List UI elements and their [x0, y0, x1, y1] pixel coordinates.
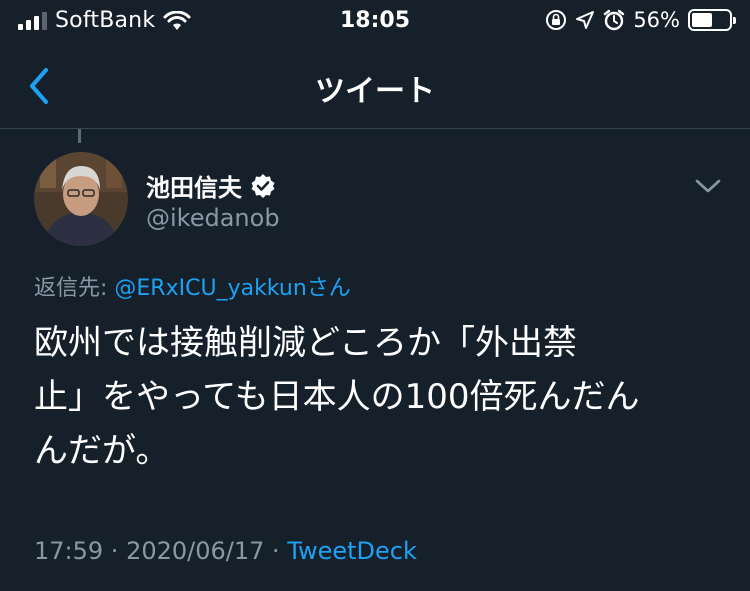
status-bar: SoftBank 18:05 56% — [0, 0, 750, 44]
author-name[interactable]: 池田信夫 — [146, 168, 242, 203]
tweet-source-link[interactable]: TweetDeck — [287, 537, 417, 565]
tweet-text-line: 止」をやっても日本人の100倍死んだん — [34, 377, 640, 417]
reply-to: 返信先: @ERxICU_yakkunさん — [34, 270, 351, 302]
tweet-meta: 17:59 · 2020/06/17 · TweetDeck — [34, 537, 417, 565]
alarm-icon — [604, 9, 625, 31]
battery-percent: 56% — [633, 8, 680, 32]
meta-separator: · — [103, 537, 127, 565]
tweet-text: 欧州では接触削減どころか「外出禁 止」をやっても日本人の100倍死んだん んだが… — [34, 316, 724, 478]
tweet-text-line: 欧州では接触削減どころか「外出禁 — [34, 323, 577, 363]
verified-badge-icon — [251, 173, 275, 198]
avatar[interactable] — [34, 152, 128, 246]
nav-bar: ツイート — [0, 44, 750, 128]
author-handle[interactable]: @ikedanob — [146, 204, 280, 232]
reply-prefix: 返信先: — [34, 276, 115, 301]
reply-suffix[interactable]: さん — [307, 276, 351, 301]
nav-divider — [0, 128, 750, 129]
chevron-down-icon[interactable] — [694, 176, 722, 196]
meta-separator: · — [264, 537, 288, 565]
location-icon — [576, 11, 595, 29]
reply-mention-link[interactable]: @ERxICU_yakkun — [114, 276, 306, 301]
tweet-time: 17:59 — [34, 537, 104, 565]
battery-icon — [688, 9, 736, 31]
tweet-date: 2020/06/17 — [126, 537, 265, 565]
thread-connector — [78, 129, 81, 143]
tweet-text-line: んだが。 — [34, 431, 170, 471]
page-title: ツイート — [315, 74, 435, 109]
rotation-lock-icon — [546, 10, 567, 30]
